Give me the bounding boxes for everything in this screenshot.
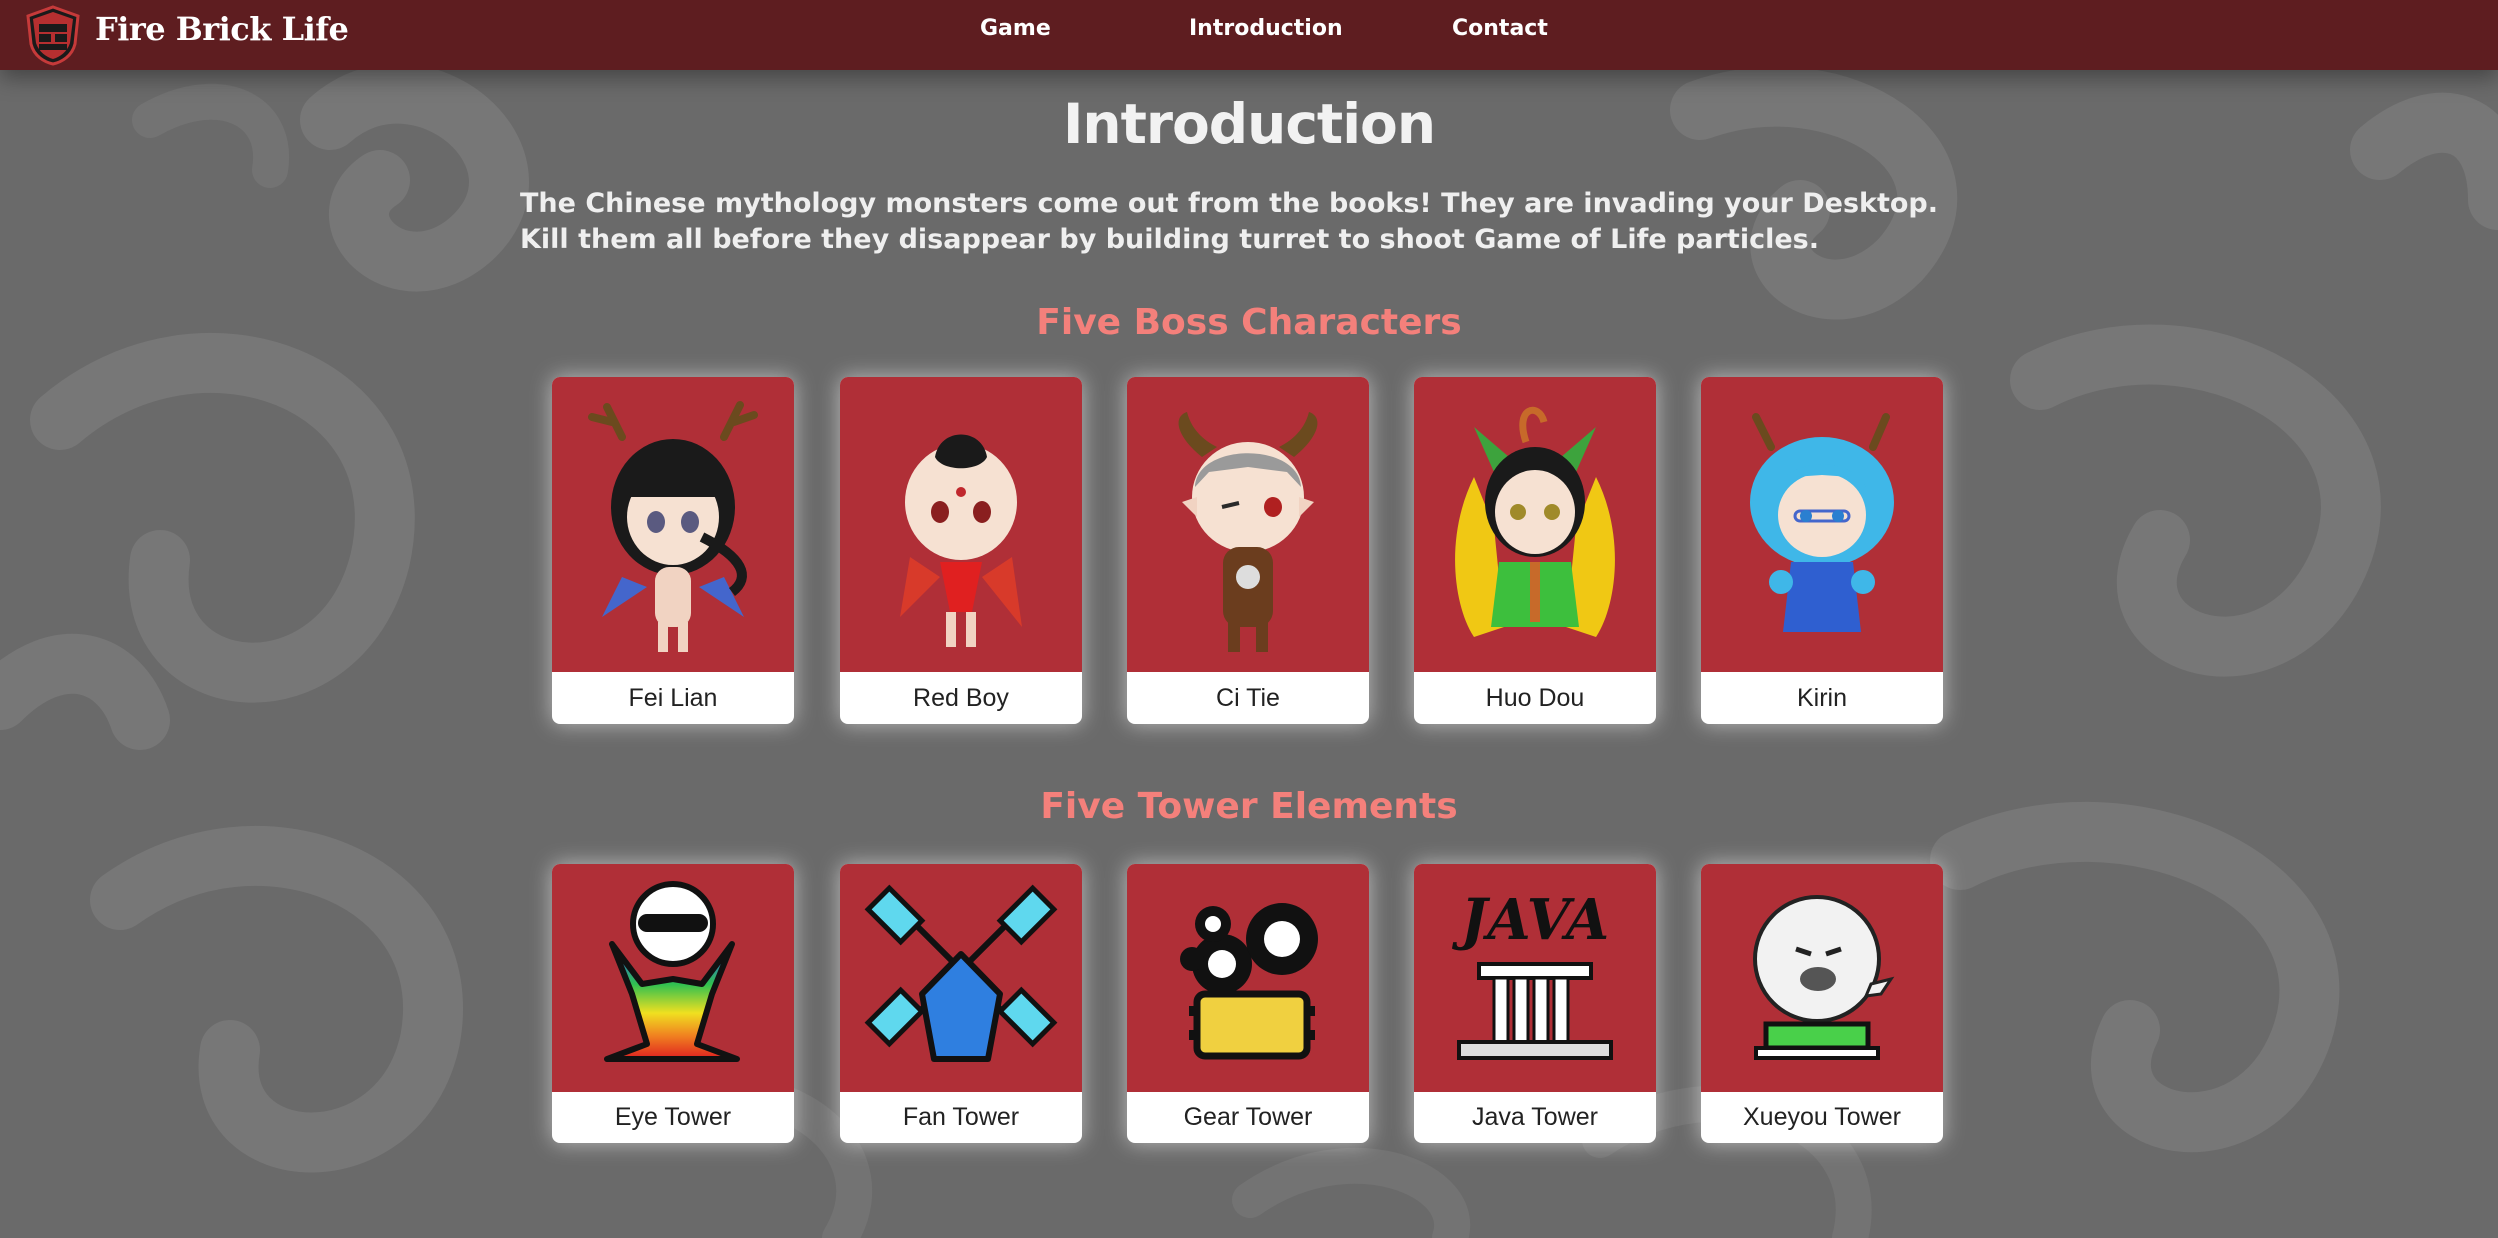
boss-card-red-boy[interactable]: Red Boy [840, 377, 1082, 724]
tower-card-java[interactable]: JAVA Java Tower [1414, 864, 1656, 1143]
tower-card-xueyou[interactable]: Xueyou Tower [1701, 864, 1943, 1143]
kirin-character-icon [1750, 413, 1894, 632]
svg-text:JAVA: JAVA [1452, 887, 1609, 953]
boss-section-heading: Five Boss Characters [1036, 302, 1462, 343]
fire-brick-shield-icon[interactable] [22, 4, 84, 66]
java-tower-icon: JAVA [1452, 887, 1613, 1060]
boss-card-ci-tie[interactable]: Ci Tie [1127, 377, 1369, 724]
top-navbar: Fire Brick Life Game Introduction Contac… [0, 0, 2498, 70]
huo-dou-character-icon [1455, 406, 1615, 637]
eye-tower-icon [604, 881, 740, 1062]
gear-tower-icon [1180, 903, 1318, 1060]
boss-card-fei-lian[interactable]: Fei Lian [552, 377, 794, 724]
boss-card-label: Ci Tie [1216, 684, 1280, 712]
tower-card-label: Eye Tower [614, 1103, 732, 1131]
brand-name[interactable]: Fire Brick Life [95, 10, 349, 48]
tower-card-fan[interactable]: Fan Tower [840, 864, 1082, 1143]
tower-card-eye[interactable]: Eye Tower [552, 864, 794, 1143]
intro-paragraph: The Chinese mythology monsters come out … [520, 188, 1939, 255]
red-boy-character-icon [900, 434, 1022, 647]
xueyou-tower-icon [1753, 895, 1895, 1060]
tower-card-gear[interactable]: Gear Tower [1127, 864, 1369, 1143]
page-title: Introduction [1062, 92, 1436, 156]
nav-link-introduction[interactable]: Introduction [1189, 16, 1343, 41]
boss-card-label: Huo Dou [1485, 684, 1585, 712]
fan-tower-icon [864, 884, 1058, 1062]
boss-card-label: Fei Lian [628, 684, 718, 712]
tower-card-label: Xueyou Tower [1743, 1103, 1901, 1131]
main-content: Introduction The Chinese mythology monst… [0, 0, 2498, 1238]
boss-card-kirin[interactable]: Kirin [1701, 377, 1943, 724]
tower-card-label: Java Tower [1472, 1103, 1598, 1131]
tower-section-heading: Five Tower Elements [1040, 786, 1458, 827]
tower-card-label: Fan Tower [902, 1103, 1020, 1131]
boss-card-label: Kirin [1796, 684, 1847, 712]
fei-lian-character-icon [588, 401, 758, 652]
tower-card-label: Gear Tower [1183, 1103, 1313, 1131]
ci-tie-character-icon [1178, 412, 1318, 652]
nav-link-game[interactable]: Game [980, 16, 1051, 41]
nav-link-contact[interactable]: Contact [1452, 16, 1548, 41]
boss-card-label: Red Boy [913, 684, 1009, 712]
boss-card-huo-dou[interactable]: Huo Dou [1414, 377, 1656, 724]
